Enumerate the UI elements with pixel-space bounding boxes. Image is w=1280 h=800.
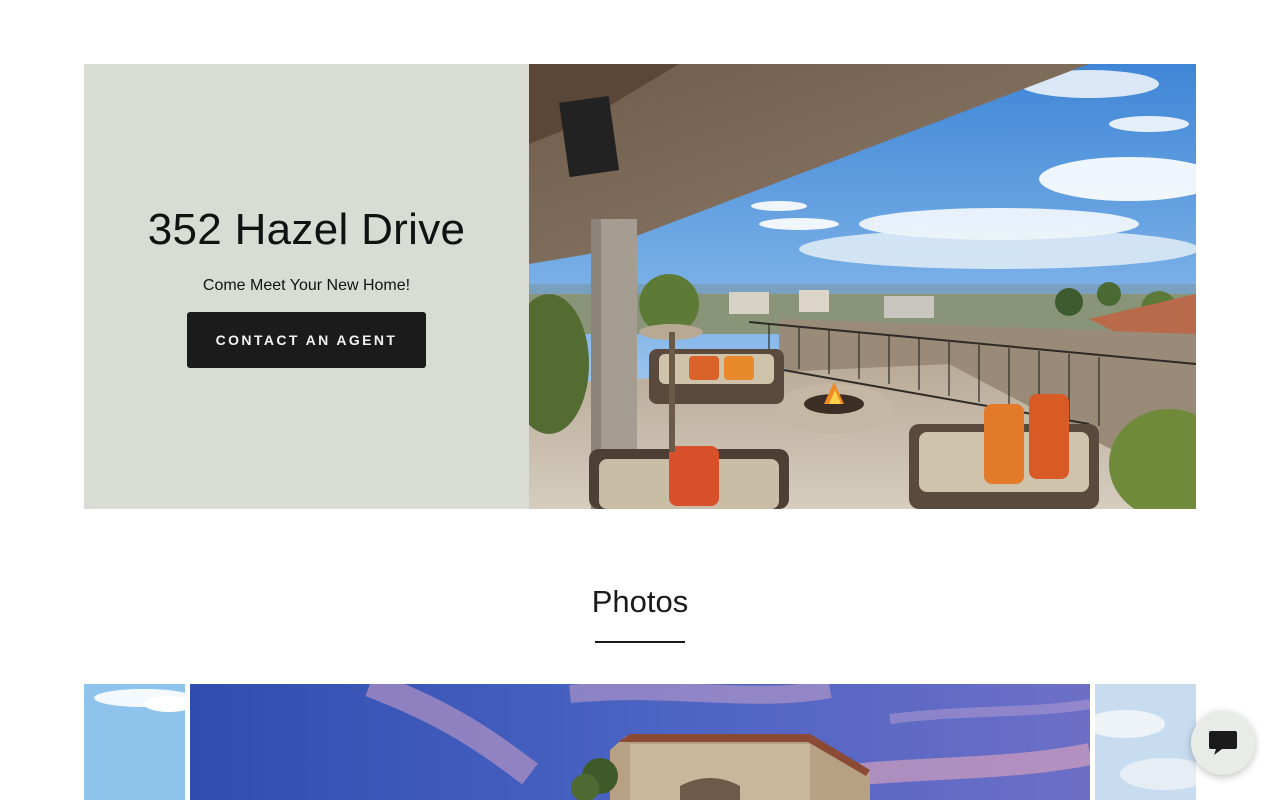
gallery-previous-photo[interactable] [84,684,185,800]
house-exterior-photo [190,684,1090,800]
gallery-current-photo[interactable] [190,684,1090,800]
chat-button[interactable] [1191,711,1255,775]
hero-patio-photo [529,64,1196,509]
contact-agent-button[interactable]: CONTACT AN AGENT [187,312,426,368]
patio-illustration [529,64,1196,509]
photo-gallery-carousel[interactable] [84,684,1196,800]
gallery-sky-thumbnail [84,684,185,800]
hero-section: 352 Hazel Drive Come Meet Your New Home!… [84,64,1196,509]
hero-subtitle: Come Meet Your New Home! [202,277,411,294]
gallery-sky-thumbnail-next [1095,684,1196,800]
hero-panel: 352 Hazel Drive Come Meet Your New Home!… [84,64,529,509]
page: 352 Hazel Drive Come Meet Your New Home!… [0,0,1280,800]
property-address-title: 352 Hazel Drive [147,205,466,254]
gallery-next-photo[interactable] [1095,684,1196,800]
chat-bubble-icon [1209,731,1237,755]
photos-section-title: Photos [591,584,689,619]
section-title-underline [595,641,685,643]
